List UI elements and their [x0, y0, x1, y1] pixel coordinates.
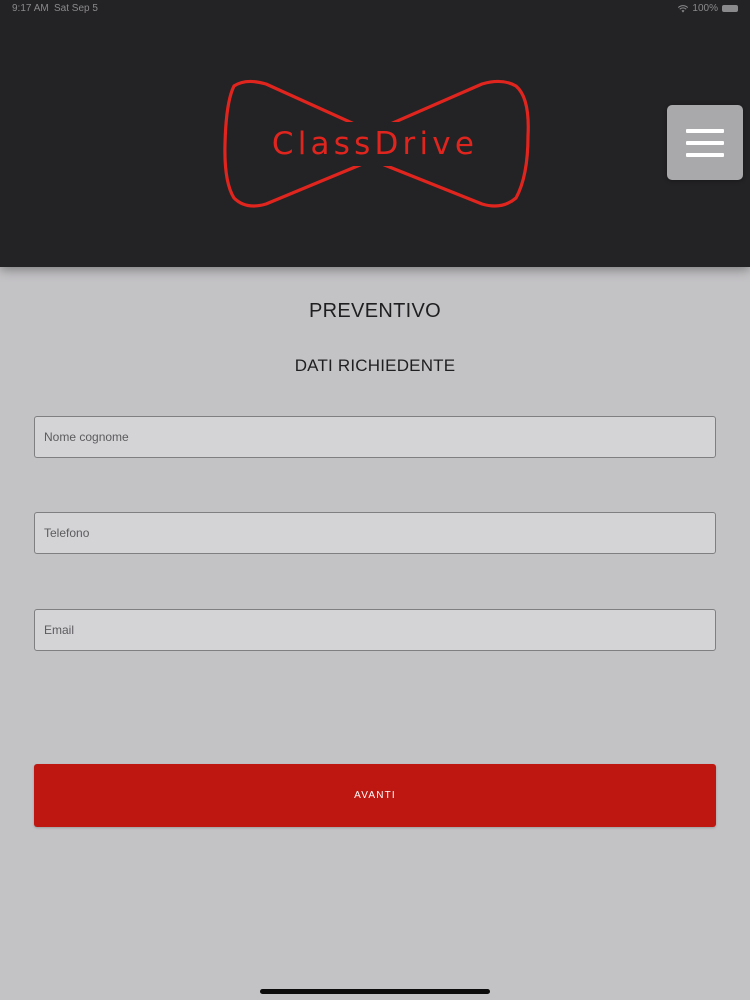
- status-time: 9:17 AM: [12, 3, 49, 14]
- phone-field[interactable]: [34, 512, 716, 554]
- email-input[interactable]: [35, 610, 715, 650]
- battery-icon: [722, 5, 738, 12]
- app-screen: 9:17 AM Sat Sep 5 100% ClassDrive PREVEN…: [0, 0, 750, 1000]
- classdrive-logo: ClassDrive: [222, 76, 532, 212]
- section-title: DATI RICHIEDENTE: [294, 356, 456, 375]
- menu-button[interactable]: [667, 105, 743, 180]
- app-header: 9:17 AM Sat Sep 5 100% ClassDrive: [0, 0, 750, 267]
- next-button[interactable]: AVANTI: [34, 764, 716, 827]
- name-input[interactable]: [35, 417, 715, 457]
- status-indicators: 100%: [678, 3, 738, 14]
- page-title: PREVENTIVO: [309, 300, 441, 322]
- home-indicator[interactable]: [260, 989, 490, 994]
- phone-input[interactable]: [35, 513, 715, 553]
- status-bar: 9:17 AM Sat Sep 5 100%: [0, 0, 750, 18]
- logo-text: ClassDrive: [272, 126, 478, 162]
- name-field[interactable]: [34, 416, 716, 458]
- battery-percent: 100%: [692, 3, 718, 14]
- status-date: Sat Sep 5: [54, 3, 98, 14]
- email-field[interactable]: [34, 609, 716, 651]
- wifi-icon: [678, 4, 689, 12]
